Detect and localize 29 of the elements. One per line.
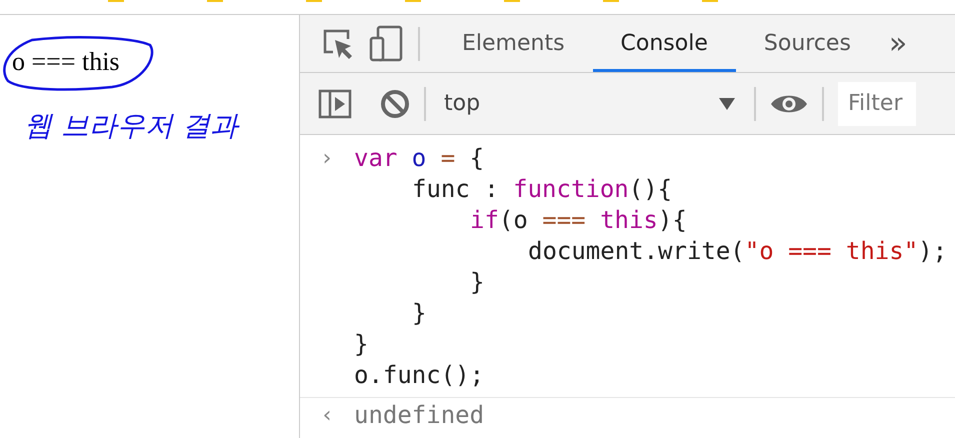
output-text: o === this: [12, 47, 120, 77]
panel-tab[interactable]: Sources: [736, 15, 879, 72]
input-prompt: ›: [322, 145, 332, 173]
highlight-mark: [108, 0, 124, 2]
code-line: if(o === this){: [470, 205, 688, 236]
code-line: var o = {: [354, 143, 486, 174]
sidebar-toggle-icon[interactable]: [318, 88, 352, 118]
highlight-mark: [306, 0, 322, 2]
highlight-mark: [207, 0, 223, 2]
code-line: }: [354, 329, 370, 360]
clear-console-icon[interactable]: [380, 88, 410, 118]
filter-field[interactable]: Filter: [838, 82, 916, 126]
result-arrow: ‹: [322, 402, 332, 430]
code-line: }: [470, 267, 486, 298]
highlight-mark: [702, 0, 718, 2]
device-toolbar-icon[interactable]: [368, 24, 404, 64]
more-tabs-button[interactable]: »: [878, 26, 918, 61]
handwritten-note: 웹 브라우저 결과: [24, 108, 238, 144]
highlight-mark: [405, 0, 421, 2]
code-line: document.write("o === this");: [528, 236, 948, 267]
dropdown-caret-icon: [718, 96, 736, 110]
code-line: }: [412, 298, 428, 329]
result-value: undefined: [354, 400, 484, 431]
code-line: o.func();: [354, 360, 486, 391]
context-dropdown[interactable]: top: [440, 82, 740, 126]
code-line: func : function(){: [412, 174, 674, 205]
panel-tab[interactable]: Elements: [434, 15, 593, 72]
highlight-mark: [603, 0, 619, 2]
highlight-mark: [504, 0, 520, 2]
